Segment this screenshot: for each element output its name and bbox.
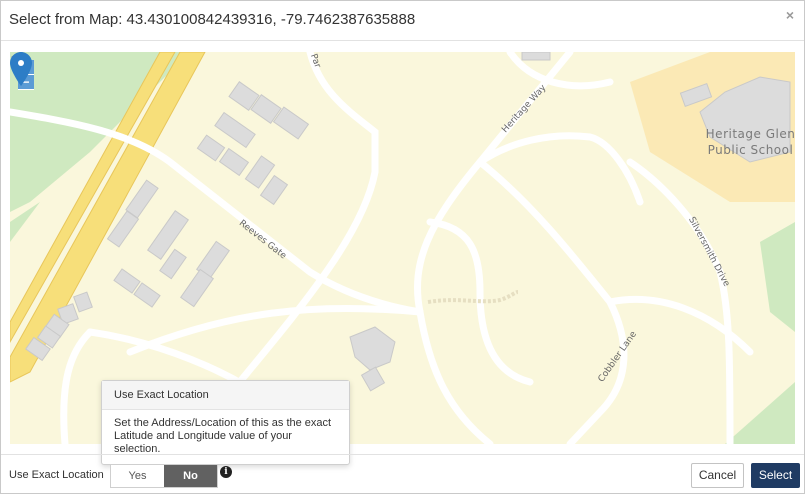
park-area (760, 222, 795, 332)
exact-location-tooltip: Use Exact Location Set the Address/Locat… (101, 380, 350, 465)
school-label-line2: Public School (707, 143, 794, 157)
dialog-title: Select from Map: 43.430100842439316, -79… (9, 11, 416, 28)
park-area (725, 382, 795, 444)
exact-location-label: Use Exact Location (9, 469, 104, 481)
footpath (427, 290, 519, 304)
map-pin-icon[interactable] (10, 52, 32, 86)
close-icon[interactable]: × (786, 7, 794, 23)
cancel-button[interactable]: Cancel (691, 463, 744, 488)
map-dialog: Select from Map: 43.430100842439316, -79… (0, 0, 805, 494)
select-button[interactable]: Select (751, 463, 800, 488)
school-label: Heritage Glen Public School (703, 126, 795, 158)
info-icon[interactable]: i (220, 466, 232, 478)
toggle-no-option[interactable]: No (164, 465, 217, 487)
dialog-footer: Use Exact Location Yes No i Cancel Selec… (1, 454, 804, 494)
tooltip-title: Use Exact Location (102, 381, 349, 410)
toggle-yes-option[interactable]: Yes (111, 465, 164, 487)
exact-location-toggle: Yes No (110, 464, 218, 488)
dialog-header: Select from Map: 43.430100842439316, -79… (1, 1, 804, 41)
school-label-line1: Heritage Glen (705, 127, 795, 141)
